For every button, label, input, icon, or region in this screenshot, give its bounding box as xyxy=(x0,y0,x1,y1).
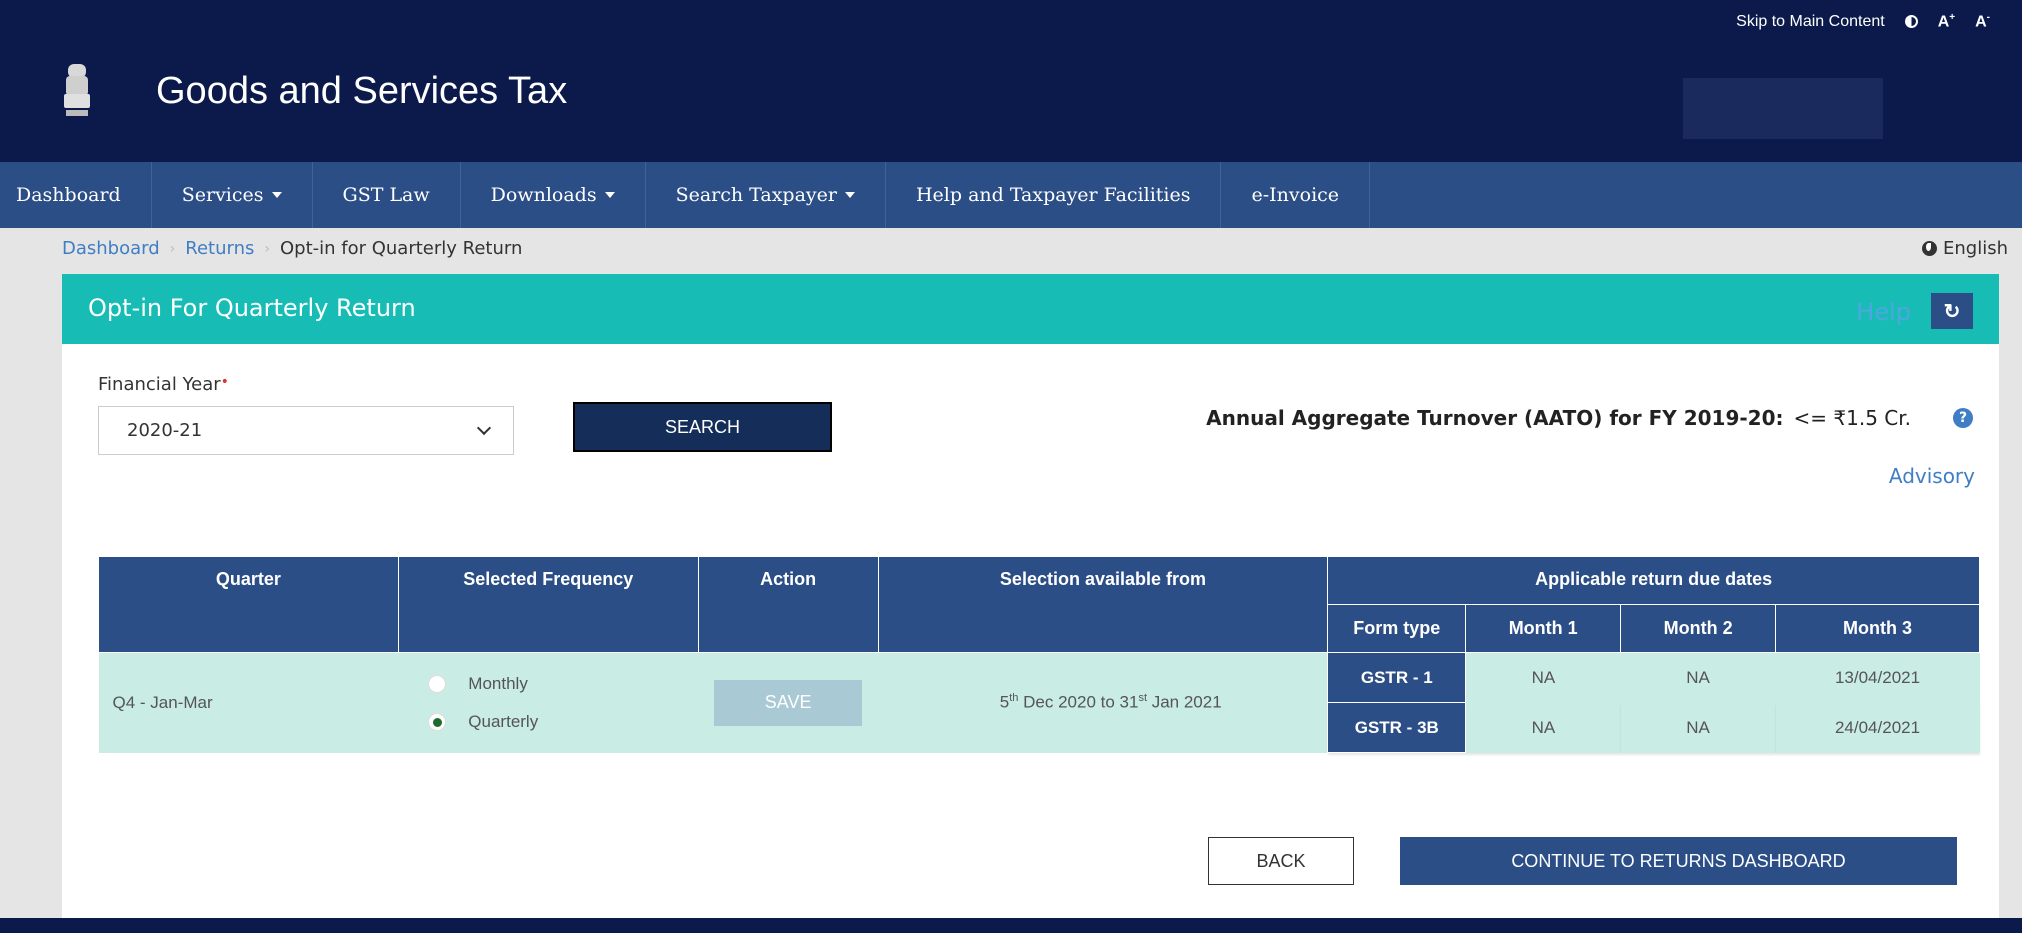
font-increase-button[interactable]: A+ xyxy=(1938,12,1955,31)
header-action: Action xyxy=(697,556,879,653)
back-button[interactable]: BACK xyxy=(1208,837,1354,885)
header-selected-frequency: Selected Frequency xyxy=(397,556,699,653)
month-1-gstr1: NA xyxy=(1465,652,1621,703)
month-2-gstr1: NA xyxy=(1620,652,1776,703)
required-marker: • xyxy=(220,374,229,390)
caret-down-icon xyxy=(271,192,282,198)
refresh-button[interactable]: ↻ xyxy=(1931,293,1973,329)
aato-label: Annual Aggregate Turnover (AATO) for FY … xyxy=(1206,406,1784,430)
quarter-table: Quarter Selected Frequency Action Select… xyxy=(98,556,1980,753)
refresh-icon: ↻ xyxy=(1943,300,1961,323)
breadcrumb-dashboard[interactable]: Dashboard xyxy=(62,238,160,259)
advisory-link[interactable]: Advisory xyxy=(1889,464,1975,488)
breadcrumb-separator: › xyxy=(264,240,270,257)
nav-dashboard-label: Dashboard xyxy=(16,184,121,206)
breadcrumb: Dashboard › Returns › Opt-in for Quarter… xyxy=(62,238,522,259)
monthly-option[interactable]: Monthly xyxy=(428,665,698,703)
month-2-gstr3b: NA xyxy=(1620,702,1776,753)
nav-help-facilities-label: Help and Taxpayer Facilities xyxy=(915,184,1191,206)
quarterly-option[interactable]: Quarterly xyxy=(428,703,698,741)
financial-year-label-text: Financial Year xyxy=(98,374,221,395)
header-quarter: Quarter xyxy=(98,556,399,653)
form-type-gstr3b: GSTR - 3B xyxy=(1327,702,1467,753)
accessibility-links: Skip to Main Content A+ A- xyxy=(1736,12,1990,31)
header-month-1: Month 1 xyxy=(1465,604,1622,653)
font-increase-label: A xyxy=(1937,13,1950,31)
font-decrease-button[interactable]: A- xyxy=(1975,12,1990,31)
site-title: Goods and Services Tax xyxy=(156,70,568,112)
sel-day-1: 5 xyxy=(999,693,1010,713)
header-selection-available: Selection available from xyxy=(877,556,1329,653)
form-type-gstr1: GSTR - 1 xyxy=(1327,652,1467,703)
main-navigation: Dashboard Services GST Law Downloads Sea… xyxy=(0,162,2022,228)
contrast-icon[interactable] xyxy=(1904,15,1918,29)
aato-value: <= ₹1.5 Cr. xyxy=(1793,406,1911,430)
footer-bar xyxy=(0,918,2022,933)
save-button[interactable]: SAVE xyxy=(714,679,863,726)
month-3-gstr1: 13/04/2021 xyxy=(1775,652,1980,703)
nav-e-invoice[interactable]: e-Invoice xyxy=(1221,162,1371,228)
caret-down-icon xyxy=(844,192,855,198)
sel-end: Jan 2021 xyxy=(1147,693,1222,713)
nav-downloads[interactable]: Downloads xyxy=(461,162,646,228)
page-title: Opt-in For Quarterly Return xyxy=(88,294,416,322)
nav-search-taxpayer[interactable]: Search Taxpayer xyxy=(646,162,886,228)
quarter-cell: Q4 - Jan-Mar xyxy=(98,652,399,753)
font-decrease-label: A xyxy=(1975,13,1987,31)
breadcrumb-current: Opt-in for Quarterly Return xyxy=(279,238,523,259)
nav-services-label: Services xyxy=(181,184,264,206)
breadcrumb-separator: › xyxy=(169,240,176,257)
site-header: Goods and Services Tax xyxy=(0,40,2022,162)
action-cell: SAVE xyxy=(698,652,879,753)
language-selector[interactable]: English xyxy=(1922,238,2008,259)
nav-e-invoice-label: e-Invoice xyxy=(1251,184,1340,206)
financial-year-select[interactable]: 2020-21 xyxy=(98,406,514,455)
nav-search-taxpayer-label: Search Taxpayer xyxy=(675,184,837,206)
sel-mid: Dec 2020 to 31 xyxy=(1018,693,1139,713)
language-label: English xyxy=(1943,238,2008,259)
header-month-2: Month 2 xyxy=(1620,604,1777,653)
header-user-box xyxy=(1683,78,1883,139)
nav-help-facilities[interactable]: Help and Taxpayer Facilities xyxy=(886,162,1222,228)
aato-info: Annual Aggregate Turnover (AATO) for FY … xyxy=(1206,406,1911,430)
question-icon[interactable]: ? xyxy=(1953,408,1973,428)
quarterly-radio[interactable] xyxy=(428,712,447,731)
nav-downloads-label: Downloads xyxy=(490,184,597,206)
financial-year-value: 2020-21 xyxy=(127,420,203,441)
opt-in-card: Opt-in For Quarterly Return Help ↻ Finan… xyxy=(62,274,1999,918)
skip-to-main-content-link[interactable]: Skip to Main Content xyxy=(1736,13,1885,31)
font-increase-sup: + xyxy=(1949,12,1956,23)
emblem-icon xyxy=(64,64,90,116)
chevron-down-icon xyxy=(476,420,492,436)
top-utility-bar: Skip to Main Content A+ A- xyxy=(0,0,2022,40)
search-button[interactable]: SEARCH xyxy=(573,402,832,452)
nav-dashboard[interactable]: Dashboard xyxy=(0,162,152,228)
nav-services[interactable]: Services xyxy=(152,162,313,228)
help-link[interactable]: Help xyxy=(1856,298,1911,326)
nav-gst-law[interactable]: GST Law xyxy=(313,162,461,228)
globe-icon xyxy=(1922,241,1937,256)
selection-available-cell: 5th Dec 2020 to 31st Jan 2021 xyxy=(878,652,1328,753)
financial-year-label: Financial Year• xyxy=(98,374,229,395)
breadcrumb-returns[interactable]: Returns xyxy=(185,238,254,259)
card-header: Opt-in For Quarterly Return Help ↻ xyxy=(62,274,1999,344)
header-form-type: Form type xyxy=(1327,604,1467,653)
font-decrease-sup: - xyxy=(1986,12,1990,23)
quarterly-label: Quarterly xyxy=(468,711,539,731)
continue-to-returns-dashboard-button[interactable]: CONTINUE TO RETURNS DASHBOARD xyxy=(1400,837,1957,885)
caret-down-icon xyxy=(604,192,615,198)
monthly-label: Monthly xyxy=(468,673,528,693)
sel-sup-2: st xyxy=(1138,692,1147,705)
month-3-gstr3b: 24/04/2021 xyxy=(1775,702,1980,753)
month-1-gstr3b: NA xyxy=(1465,702,1621,753)
header-month-3: Month 3 xyxy=(1775,604,1980,653)
header-due-dates: Applicable return due dates xyxy=(1327,556,1980,605)
nav-gst-law-label: GST Law xyxy=(342,184,430,206)
frequency-cell: Monthly Quarterly xyxy=(398,652,699,753)
monthly-radio[interactable] xyxy=(428,674,447,693)
table-row: Q4 - Jan-Mar Monthly Quarterly SAVE 5th … xyxy=(98,652,1980,753)
